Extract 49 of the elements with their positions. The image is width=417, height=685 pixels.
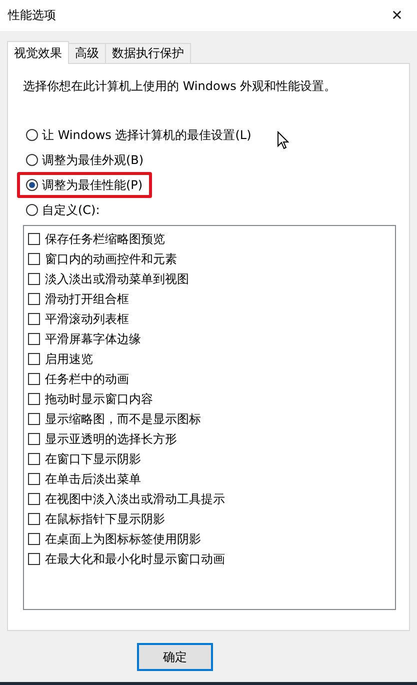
checkbox-label[interactable]: 任务栏中的动画 <box>45 370 129 388</box>
tab[interactable]: 数据执行保护 <box>105 43 191 63</box>
checkbox[interactable] <box>28 273 40 285</box>
checkbox[interactable] <box>28 473 40 485</box>
checkbox[interactable] <box>28 413 40 425</box>
checkbox[interactable] <box>28 313 40 325</box>
option-label[interactable]: 自定义(C): <box>42 202 100 218</box>
checkbox[interactable] <box>28 373 40 385</box>
checkbox-label[interactable]: 拖动时显示窗口内容 <box>45 390 153 408</box>
checkbox-label[interactable]: 显示亚透明的选择长方形 <box>45 430 177 448</box>
checkbox[interactable] <box>28 333 40 345</box>
checkbox-label[interactable]: 平滑滚动列表框 <box>45 310 129 328</box>
radio-button[interactable] <box>26 129 38 141</box>
checkbox[interactable] <box>28 233 40 245</box>
checkbox[interactable] <box>28 253 40 265</box>
checkbox[interactable] <box>28 513 40 525</box>
radio-button[interactable] <box>26 154 38 166</box>
radio-button[interactable] <box>26 179 38 191</box>
option-label[interactable]: 让 Windows 选择计算机的最佳设置(L) <box>42 126 252 144</box>
checkbox-label[interactable]: 淡入淡出或滑动菜单到视图 <box>45 270 189 288</box>
checkbox[interactable] <box>28 433 40 445</box>
checkbox-label[interactable]: 启用速览 <box>45 350 93 368</box>
checkbox-label[interactable]: 在窗口下显示阴影 <box>45 450 141 468</box>
option-label[interactable]: 调整为最佳性能(P) <box>42 176 143 194</box>
tab[interactable]: 视觉效果 <box>7 41 69 64</box>
checkbox-label[interactable]: 保存任务栏缩略图预览 <box>45 230 165 248</box>
checkbox-label[interactable]: 在鼠标指针下显示阴影 <box>45 510 165 528</box>
checkbox-label[interactable]: 在单击后淡出菜单 <box>45 470 141 488</box>
checkbox-label[interactable]: 在最大化和最小化时显示窗口动画 <box>45 550 225 568</box>
radio-button[interactable] <box>26 204 38 216</box>
checkbox[interactable] <box>28 393 40 405</box>
checkbox-label[interactable]: 显示缩略图，而不是显示图标 <box>45 410 201 428</box>
checkbox-label[interactable]: 平滑屏幕字体边缘 <box>45 330 141 348</box>
checkbox[interactable] <box>28 533 40 545</box>
checkbox-label[interactable]: 在视图中淡入淡出或滑动工具提示 <box>45 490 225 508</box>
checkbox-label[interactable]: 在桌面上为图标标签使用阴影 <box>45 530 201 548</box>
checkbox-label[interactable]: 窗口内的动画控件和元素 <box>45 250 177 268</box>
checkbox[interactable] <box>28 493 40 505</box>
checkbox[interactable] <box>28 453 40 465</box>
mouse-pointer-icon <box>277 131 289 150</box>
close-button[interactable]: ✕ <box>377 0 417 31</box>
checkbox[interactable] <box>28 353 40 365</box>
window-title: 性能选项 <box>8 7 56 24</box>
checkbox-label[interactable]: 滑动打开组合框 <box>45 290 129 308</box>
checkbox[interactable] <box>28 553 40 565</box>
description-text: 选择你想在此计算机上使用的 Windows 外观和性能设置。 <box>23 78 338 95</box>
ok-button[interactable]: 确定 <box>137 643 213 671</box>
option-label[interactable]: 调整为最佳外观(B) <box>42 152 144 168</box>
checkbox[interactable] <box>28 293 40 305</box>
